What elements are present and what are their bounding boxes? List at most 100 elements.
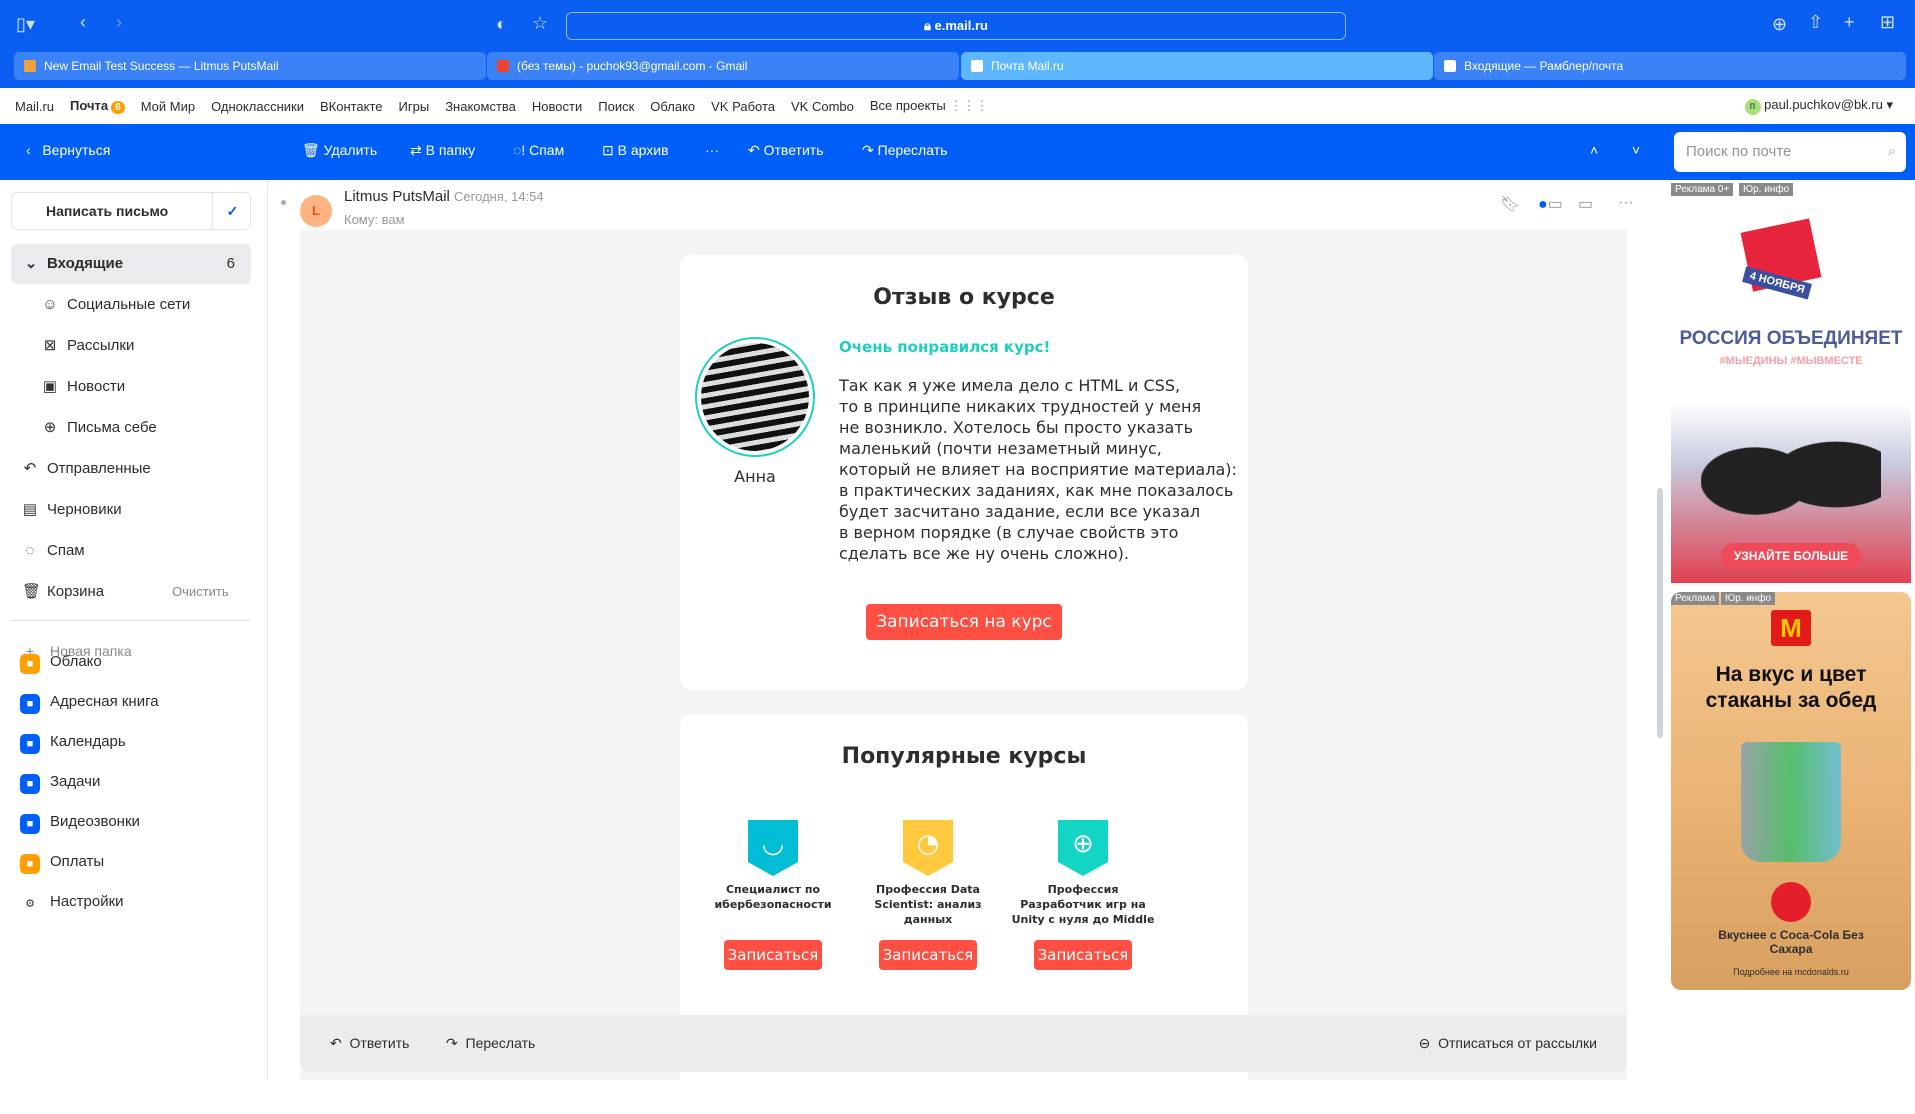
more-button[interactable]: ··· — [705, 142, 719, 158]
mail-search-input[interactable]: Поиск по почте ⌕ — [1674, 132, 1906, 172]
review-line: не возникло. Хотелось бы просто указать — [839, 418, 1194, 437]
email-body: Отзыв о курсе Анна Очень понравился курс… — [300, 230, 1627, 1114]
back-button[interactable]: ‹ Вернуться — [26, 142, 110, 158]
course-name: Профессия Разработчик игр на Unity с нул… — [1011, 883, 1155, 926]
reviewer-name: Анна — [734, 467, 776, 486]
tab-gmail[interactable]: (без темы) - puchok93@gmail.com - Gmail — [487, 52, 959, 80]
new-tab-icon[interactable]: + — [1844, 12, 1855, 33]
reply-label: Ответить — [763, 142, 824, 158]
prev-message-icon[interactable]: ˄ — [1590, 142, 1598, 158]
course-enroll-button[interactable]: Записаться — [724, 940, 822, 970]
search-icon[interactable]: ⌕ — [1888, 132, 1896, 172]
sidebar-item-social[interactable]: ☺ Социальные сети — [0, 285, 268, 325]
portal-link[interactable]: Новости — [532, 99, 582, 114]
tab-litmus[interactable]: New Email Test Success — Litmus PutsMail — [14, 52, 486, 80]
review-card: Отзыв о курсе Анна Очень понравился курс… — [680, 255, 1248, 690]
portal-link-label: Почта — [70, 98, 109, 113]
folder-label: Новости — [67, 378, 126, 395]
scrollbar-thumb[interactable] — [1657, 488, 1663, 738]
sidebar-app-video-call[interactable]: ■ Видеозвонки — [0, 802, 268, 842]
portal-link-mail[interactable]: Почта 6 — [70, 98, 125, 114]
course-enroll-button[interactable]: Записаться — [1034, 940, 1132, 970]
compose-options-icon[interactable]: ✓ — [212, 193, 252, 229]
folder-label: Социальные сети — [67, 296, 191, 313]
tab-mailru[interactable]: Почта Mail.ru — [961, 52, 1433, 80]
ad-banner-unity-day[interactable]: Реклама 0+ Юр. инфо 4 НОЯБРЯ РОССИЯ ОБЪЕ… — [1671, 183, 1911, 583]
sidebar-item-newsletters[interactable]: ⊠ Рассылки — [0, 326, 268, 366]
portal-link[interactable]: Знакомства — [445, 99, 516, 114]
calendar-icon[interactable]: ▭ — [1578, 194, 1593, 214]
forward-button[interactable]: ↷ Переслать — [862, 142, 947, 159]
portal-link[interactable]: Поиск — [598, 99, 634, 114]
star-icon[interactable]: ☆ — [532, 13, 548, 34]
sidebar-item-sent[interactable]: ↶ Отправленные — [0, 449, 268, 489]
course-enroll-button[interactable]: Записаться — [879, 940, 977, 970]
sidebar-toggle-icon[interactable]: ▯▾ — [16, 14, 35, 35]
sidebar-app-address-book[interactable]: ■ Адресная книга — [0, 682, 268, 722]
sender-name[interactable]: Litmus PutsMail — [344, 188, 450, 205]
review-line: в верном порядке (в случае свойств это — [839, 523, 1179, 542]
forward-icon[interactable]: › — [116, 12, 122, 33]
portal-link[interactable]: Мой Мир — [141, 99, 195, 114]
folder-label: Черновики — [47, 501, 122, 518]
sidebar-item-news[interactable]: ▣ Новости — [0, 367, 268, 407]
tab-rambler[interactable]: Входящие — Рамблер/почта — [1434, 52, 1906, 80]
delete-button[interactable]: 🗑︎ Удалить — [302, 142, 377, 159]
bottom-reply-button[interactable]: ↶ Ответить — [330, 1035, 409, 1052]
archive-button[interactable]: ⊡ В архив — [602, 142, 669, 159]
reply-button[interactable]: ↶ Ответить — [748, 142, 823, 159]
folder-label: Корзина — [47, 583, 105, 600]
move-button[interactable]: ⇄ В папку — [410, 142, 475, 159]
portal-link-all-projects[interactable]: Все проекты ⋮⋮⋮ — [870, 98, 989, 114]
review-title: Отзыв о курсе — [873, 285, 1055, 310]
download-icon[interactable]: ⊕ — [1772, 14, 1787, 35]
portal-link[interactable]: ВКонтакте — [320, 99, 383, 114]
self-mail-icon: ⊕ — [43, 419, 57, 436]
move-label: В папку — [425, 142, 476, 158]
spam-button[interactable]: ◌! Спам — [513, 142, 564, 158]
sidebar-app-settings[interactable]: ⚙ Настройки — [0, 882, 268, 922]
portal-link[interactable]: Mail.ru — [15, 99, 54, 114]
sidebar-app-cloud[interactable]: ■ Облако — [0, 642, 268, 682]
address-bar[interactable]: 🔒︎ e.mail.ru — [566, 12, 1346, 40]
grid-icon: ⋮⋮⋮ — [949, 98, 989, 113]
portal-link[interactable]: Игры — [399, 99, 430, 114]
ad-banner-mcdonalds[interactable]: Реклама Юр. инфо M На вкус и цвет стакан… — [1671, 592, 1911, 990]
shield-icon[interactable]: ◐ — [496, 14, 507, 35]
clear-trash-button[interactable]: Очистить — [172, 572, 229, 612]
sidebar-item-inbox[interactable]: ⌄ Входящие 6 — [11, 244, 251, 284]
sidebar-item-spam[interactable]: ◌ Спам — [0, 531, 268, 571]
back-icon[interactable]: ‹ — [80, 12, 86, 33]
sidebar-item-drafts[interactable]: ▤ Черновики — [0, 490, 268, 530]
ad-legal-info[interactable]: Юр. инфо — [1721, 592, 1776, 605]
video-call-icon: ■ — [20, 814, 40, 834]
sidebar-app-calendar[interactable]: ■ Календарь — [0, 722, 268, 762]
unread-dot[interactable] — [281, 200, 286, 205]
compose-button[interactable]: Написать письмо ✓ — [11, 192, 251, 230]
enroll-course-button[interactable]: Записаться на курс — [866, 604, 1062, 640]
more-options-icon[interactable]: ··· — [1618, 194, 1634, 212]
sidebar-app-tasks[interactable]: ■ Задачи — [0, 762, 268, 802]
trash-icon: 🗑︎ — [22, 583, 42, 600]
unsubscribe-button[interactable]: ⊖ Отписаться от рассылки — [1419, 1035, 1597, 1052]
bookmark-icon[interactable]: 🔖︎ — [1500, 194, 1520, 214]
user-menu[interactable]: п paul.puchkov@bk.ru ▾ — [1744, 97, 1893, 115]
video-call-icon[interactable]: ●▭ — [1538, 194, 1563, 214]
favicon-icon — [497, 60, 509, 72]
portal-link[interactable]: VK Combo — [791, 99, 854, 114]
share-icon[interactable]: ⇧ — [1808, 12, 1823, 33]
ad-legal-info[interactable]: Юр. инфо — [1739, 183, 1794, 196]
next-message-icon[interactable]: ˅ — [1632, 142, 1640, 158]
folder-label: Спам — [47, 542, 85, 559]
portal-link[interactable]: VK Работа — [711, 99, 775, 114]
sidebar-item-to-self[interactable]: ⊕ Письма себе — [0, 408, 268, 448]
sidebar-item-trash[interactable]: 🗑︎ Корзина Очистить — [0, 572, 268, 612]
sidebar-app-payments[interactable]: ■ Оплаты — [0, 842, 268, 882]
portal-link[interactable]: Облако — [650, 99, 695, 114]
ad-cta-button[interactable]: УЗНАЙТЕ БОЛЬШЕ — [1721, 543, 1861, 569]
ad-link[interactable]: Подробнее на mcdonalds.ru — [1671, 967, 1911, 977]
recipient: Кому: вам — [344, 212, 405, 227]
bottom-forward-button[interactable]: ↷ Переслать — [446, 1035, 535, 1052]
tab-overview-icon[interactable]: ⊞ — [1880, 12, 1895, 33]
portal-link[interactable]: Одноклассники — [211, 99, 304, 114]
